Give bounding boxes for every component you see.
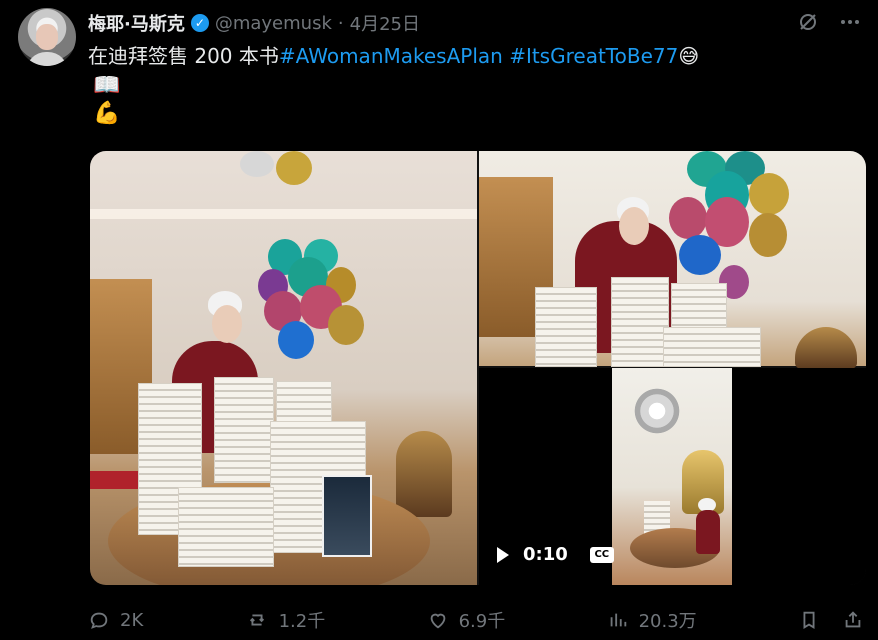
bookmark-icon[interactable]	[798, 609, 820, 631]
avatar-face	[36, 24, 58, 50]
book-stack	[671, 283, 727, 331]
like-icon	[427, 609, 449, 631]
media-grid: 0:10 CC	[90, 151, 866, 585]
video-thumbnail[interactable]	[612, 368, 732, 585]
book-stack	[663, 327, 761, 367]
share-icon[interactable]	[842, 609, 864, 631]
tweet-actions: 2K 1.2千 6.9千 20.3万	[88, 604, 864, 636]
retweet-count: 1.2千	[278, 611, 326, 632]
person	[696, 510, 720, 554]
chandelier	[630, 386, 684, 436]
play-icon[interactable]	[497, 546, 509, 563]
like-count: 6.9千	[458, 611, 506, 632]
balloon	[328, 305, 364, 345]
video-controls: 0:10 CC	[497, 544, 614, 565]
verified-icon: ✓	[190, 14, 209, 32]
photo-right-top[interactable]	[479, 151, 866, 369]
post-date[interactable]: 4月25日	[350, 10, 420, 36]
photo-left[interactable]	[90, 151, 477, 585]
person-head	[619, 207, 649, 245]
book-stack	[178, 487, 274, 567]
right-actions	[798, 609, 864, 631]
closed-captions-icon[interactable]: CC	[589, 546, 614, 563]
tweet-text: 在迪拜签售 200 本书#AWomanMakesAPlan #ItsGreatT…	[88, 44, 848, 68]
tweet-header: 梅耶·马斯克 ✓ @mayemusk · 4月25日	[88, 10, 420, 36]
balloon	[278, 321, 314, 359]
gold-chair	[396, 431, 452, 517]
video-tile[interactable]: 0:10 CC	[479, 368, 866, 585]
ceiling-trim	[90, 209, 477, 219]
grok-icon[interactable]	[796, 10, 820, 34]
gold-chair	[795, 327, 857, 369]
hashtag-itsgreattobe77[interactable]: #ItsGreatToBe77	[509, 44, 678, 68]
balloon	[749, 213, 787, 257]
tweet-text-main: 在迪拜签售 200 本书	[88, 44, 279, 68]
book-emoji: 📖	[93, 73, 121, 98]
date-separator: ·	[337, 12, 344, 34]
person-head	[212, 305, 242, 343]
reply-count: 2K	[120, 609, 144, 631]
balloon	[240, 151, 274, 177]
flexed-biceps-emoji: 💪	[93, 101, 121, 126]
more-icon[interactable]	[838, 10, 862, 34]
balloon	[749, 173, 789, 215]
avatar-shoulders	[26, 52, 68, 66]
video-duration: 0:10	[523, 544, 568, 565]
author-name[interactable]: 梅耶·马斯克	[88, 10, 185, 36]
reply-button[interactable]: 2K	[88, 609, 143, 631]
balloon	[679, 235, 721, 275]
balloon	[669, 197, 707, 239]
book-stack	[611, 277, 669, 367]
author-avatar[interactable]	[18, 8, 76, 66]
retweet-button[interactable]: 1.2千	[245, 607, 326, 633]
retweet-icon	[245, 609, 269, 631]
book-stack	[535, 287, 597, 367]
views-icon	[607, 609, 629, 631]
book-cover	[322, 475, 372, 557]
views-button[interactable]: 20.3万	[607, 607, 697, 633]
reply-icon	[88, 609, 110, 631]
top-actions	[796, 10, 862, 34]
book-stack	[214, 377, 274, 483]
sweat-smile-emoji: 😅	[678, 44, 700, 68]
balloon	[276, 151, 312, 185]
hashtag-awomanmakesaplan[interactable]: #AWomanMakesAPlan	[279, 44, 503, 68]
like-button[interactable]: 6.9千	[427, 607, 506, 633]
author-handle[interactable]: @mayemusk	[215, 13, 332, 34]
view-count: 20.3万	[638, 611, 697, 632]
